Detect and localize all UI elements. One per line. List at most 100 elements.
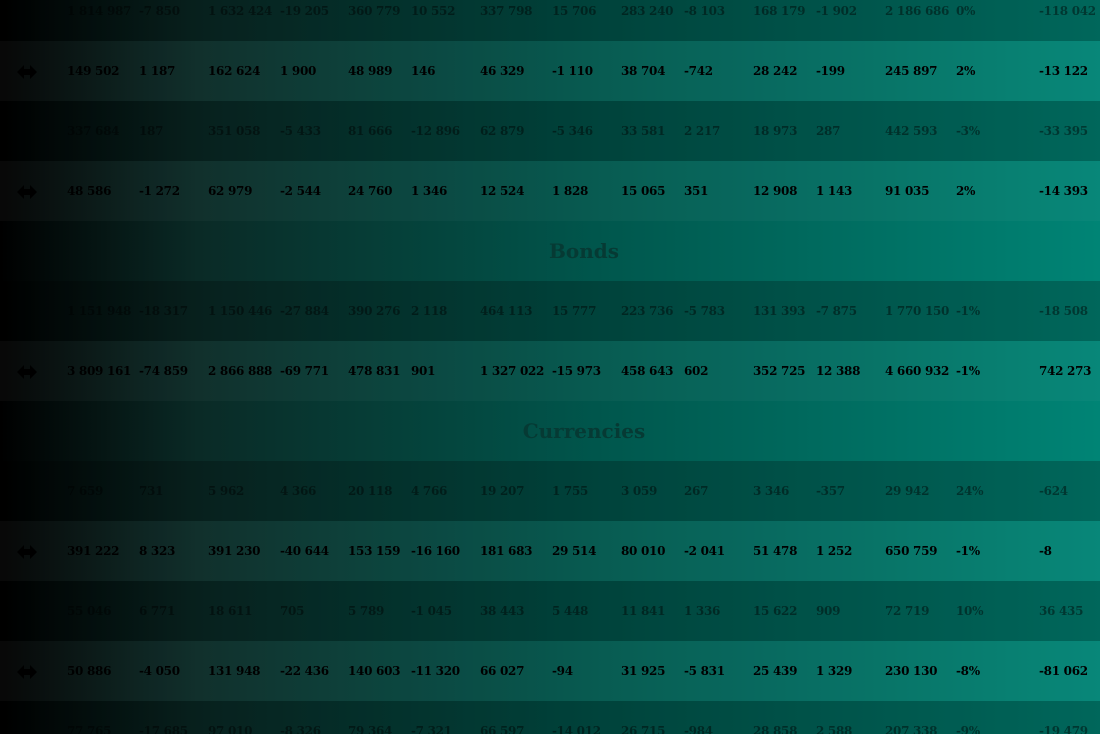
cell-total: 4 660 932 — [885, 364, 950, 378]
table-row[interactable]: 55 046 6 771 18 611 705 5 789 -1 045 38 443 5 4… — [0, 581, 1100, 641]
cell-short-change: -19 205 — [280, 4, 329, 18]
cell-net: -624 — [1039, 484, 1068, 498]
cell-traders-long: 80 010 — [621, 544, 666, 558]
cell-oi-change: -1 110 — [552, 64, 593, 78]
cell-long: 48 586 — [67, 184, 112, 198]
cell-long: 337 684 — [67, 124, 120, 138]
cell-spread: 20 118 — [348, 484, 393, 498]
table-row[interactable]: 149 502 1 187 162 624 1 900 48 989 146 46 329 -… — [0, 41, 1100, 101]
cell-spread-change: -7 321 — [411, 724, 452, 734]
cell-net: -8 — [1039, 544, 1052, 558]
cell-short-change: 705 — [280, 604, 305, 618]
cell-traders-short: 3 346 — [753, 484, 790, 498]
cell-spread-change: -16 160 — [411, 544, 460, 558]
cell-open-interest: 12 524 — [480, 184, 525, 198]
cell-short-change: -27 884 — [280, 304, 329, 318]
cell-short: 62 979 — [208, 184, 253, 198]
cell-total: 1 770 150 — [885, 304, 950, 318]
cell-short-change: -22 436 — [280, 664, 329, 678]
cell-net: -81 062 — [1039, 664, 1088, 678]
cell-net: -18 508 — [1039, 304, 1088, 318]
cell-spread-change: 2 118 — [411, 304, 448, 318]
cell-long-change: 731 — [139, 484, 164, 498]
cell-oi-change: 15 777 — [552, 304, 597, 318]
cell-pct-change: 2% — [956, 64, 976, 78]
cell-spread: 360 779 — [348, 4, 401, 18]
cell-spread: 81 666 — [348, 124, 393, 138]
cell-open-interest: 38 443 — [480, 604, 525, 618]
cell-open-interest: 62 879 — [480, 124, 525, 138]
bidirectional-arrow-icon[interactable] — [17, 664, 37, 679]
cell-short-change: -40 644 — [280, 544, 329, 558]
table-row[interactable]: 391 222 8 323 391 230 -40 644 153 159 -16 160… — [0, 521, 1100, 581]
table-row[interactable]: 50 886 -4 050 131 948 -22 436 140 603 -11 320… — [0, 641, 1100, 701]
cell-traders-long: 38 704 — [621, 64, 666, 78]
cell-total: 442 593 — [885, 124, 938, 138]
cell-traders-long-change: -984 — [684, 724, 713, 734]
cell-spread: 24 760 — [348, 184, 393, 198]
cell-oi-change: -94 — [552, 664, 573, 678]
cell-traders-long-change: 2 217 — [684, 124, 721, 138]
cell-traders-long-change: 602 — [684, 364, 709, 378]
cell-long-change: 6 771 — [139, 604, 176, 618]
bidirectional-arrow-icon[interactable] — [17, 64, 37, 79]
table-row[interactable]: 1 814 987 -7 850 1 632 424 -19 205 360 779 10… — [0, 0, 1100, 41]
cell-traders-short-change: 1 143 — [816, 184, 853, 198]
cell-short-change: -8 326 — [280, 724, 321, 734]
cell-traders-long-change: -5 831 — [684, 664, 725, 678]
cell-total: 230 130 — [885, 664, 938, 678]
cell-spread: 390 276 — [348, 304, 401, 318]
cell-long-change: 8 323 — [139, 544, 176, 558]
bidirectional-arrow-icon[interactable] — [17, 184, 37, 199]
cell-long-change: 187 — [139, 124, 164, 138]
cell-traders-short: 28 242 — [753, 64, 798, 78]
cell-short-change: 1 900 — [280, 64, 317, 78]
cell-traders-long: 11 841 — [621, 604, 666, 618]
cell-pct-change: -1% — [956, 304, 980, 318]
cell-pct-change: -8% — [956, 664, 980, 678]
cell-short-change: -2 544 — [280, 184, 321, 198]
cell-traders-long: 15 065 — [621, 184, 666, 198]
cell-traders-short: 28 858 — [753, 724, 798, 734]
cell-oi-change: 29 514 — [552, 544, 597, 558]
table-row[interactable]: 3 809 161 -74 859 2 866 888 -69 771 478 831 9… — [0, 341, 1100, 401]
cell-traders-short: 131 393 — [753, 304, 806, 318]
table-row[interactable]: 1 151 948 -18 317 1 150 446 -27 884 390 276 2… — [0, 281, 1100, 341]
cell-short: 162 624 — [208, 64, 261, 78]
cell-short: 1 150 446 — [208, 304, 273, 318]
table-row[interactable]: 77 765 -17 685 97 010 -8 326 79 364 -7 321 66 … — [0, 701, 1100, 734]
table-row[interactable]: 7 659 731 5 962 4 366 20 118 4 766 19 207 1 755… — [0, 461, 1100, 521]
cell-total: 650 759 — [885, 544, 938, 558]
cell-total: 245 897 — [885, 64, 938, 78]
cell-short: 351 058 — [208, 124, 261, 138]
cell-spread: 153 159 — [348, 544, 401, 558]
cell-traders-long: 3 059 — [621, 484, 658, 498]
cell-long-change: -18 317 — [139, 304, 188, 318]
cell-open-interest: 181 683 — [480, 544, 533, 558]
cell-total: 72 719 — [885, 604, 930, 618]
cell-short-change: 4 366 — [280, 484, 317, 498]
section-title: Bonds — [0, 221, 1100, 281]
table-row[interactable]: 48 586 -1 272 62 979 -2 544 24 760 1 346 12 52… — [0, 161, 1100, 221]
cell-traders-short: 15 622 — [753, 604, 798, 618]
cell-spread-change: -12 896 — [411, 124, 460, 138]
cell-total: 207 338 — [885, 724, 938, 734]
cell-short: 5 962 — [208, 484, 245, 498]
cell-traders-short-change: -7 875 — [816, 304, 857, 318]
cell-traders-short-change: -199 — [816, 64, 845, 78]
table-row[interactable]: 337 684 187 351 058 -5 433 81 666 -12 896 62 8… — [0, 101, 1100, 161]
cell-long: 3 809 161 — [67, 364, 132, 378]
cell-long-change: -1 272 — [139, 184, 180, 198]
cell-open-interest: 1 327 022 — [480, 364, 545, 378]
positions-table: 1 814 987 -7 850 1 632 424 -19 205 360 779 10… — [0, 0, 1100, 734]
cell-spread-change: 4 766 — [411, 484, 448, 498]
cell-spread: 48 989 — [348, 64, 393, 78]
cell-traders-short-change: 1 329 — [816, 664, 853, 678]
bidirectional-arrow-icon[interactable] — [17, 364, 37, 379]
bidirectional-arrow-icon[interactable] — [17, 544, 37, 559]
cell-spread-change: 10 552 — [411, 4, 456, 18]
cell-traders-short-change: 12 388 — [816, 364, 861, 378]
cell-traders-long-change: -5 783 — [684, 304, 725, 318]
cell-net: 742 273 — [1039, 364, 1092, 378]
cell-traders-short: 12 908 — [753, 184, 798, 198]
